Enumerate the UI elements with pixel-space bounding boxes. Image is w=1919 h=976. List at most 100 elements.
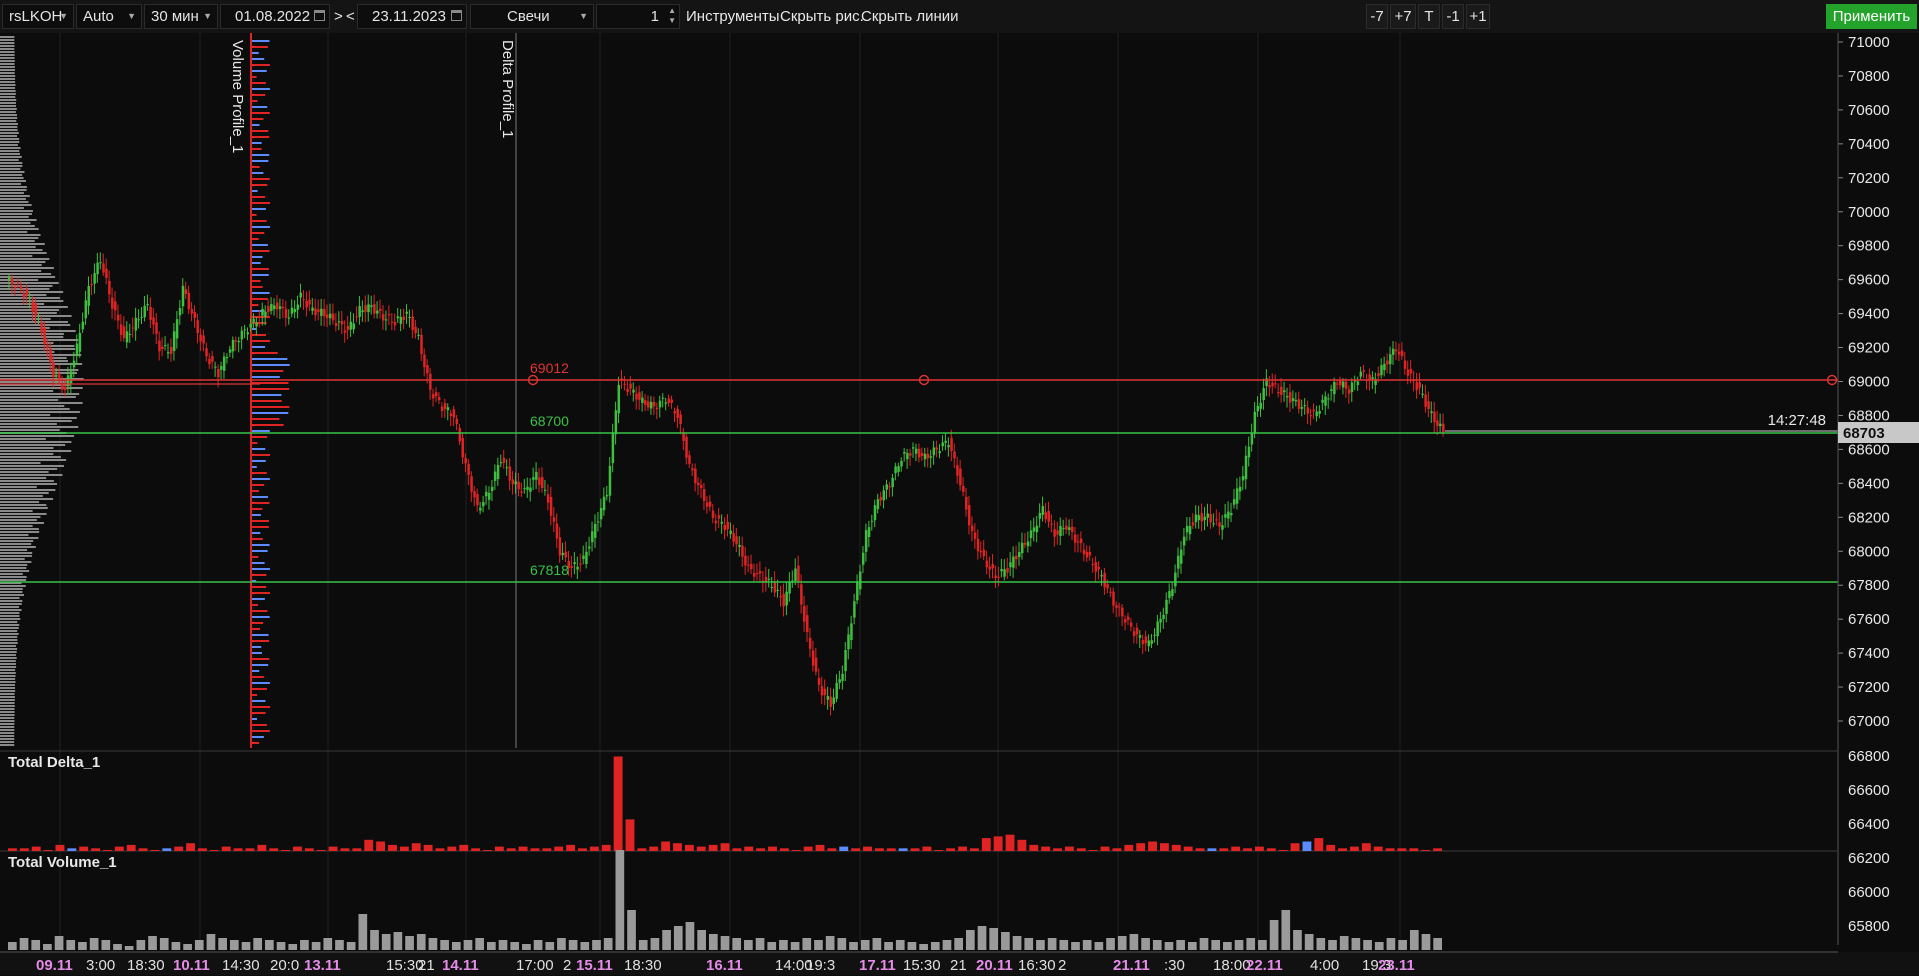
- delta-profile-label[interactable]: Delta Profile_1: [499, 40, 516, 138]
- total-volume-label: Total Volume_1: [8, 854, 117, 871]
- volume-bar: [440, 940, 449, 950]
- candle-body: [22, 293, 26, 298]
- apply-button[interactable]: Применить: [1826, 4, 1917, 29]
- volume-profile-bar: [252, 154, 270, 156]
- candle-body: [31, 301, 35, 312]
- volume-profile-bar: [0, 471, 49, 473]
- candle-body: [1303, 405, 1307, 407]
- chart-type-select[interactable]: Свечи ▼: [470, 4, 594, 29]
- volume-profile-bar: [252, 478, 270, 480]
- candle-body: [502, 457, 506, 463]
- candle-body: [543, 489, 547, 491]
- volume-profile-bar: [0, 54, 15, 56]
- spinner-arrows-icon[interactable]: ▲ ▼: [668, 6, 676, 26]
- volume-profile-bar: [0, 330, 76, 332]
- volume-profile-bar: [0, 570, 30, 572]
- date-to-input[interactable]: 23.11.2023: [357, 4, 467, 29]
- volume-bar: [884, 942, 893, 950]
- delta-bar: [756, 848, 766, 851]
- candle-body: [938, 451, 942, 454]
- candle-body: [1135, 627, 1139, 635]
- date-from-input[interactable]: 01.08.2022: [220, 4, 330, 29]
- volume-profile-bar: [252, 136, 270, 138]
- volume-profile-bar: [0, 735, 15, 737]
- candle-body: [903, 451, 906, 454]
- candle-body: [508, 466, 512, 481]
- candle-body: [1318, 410, 1321, 414]
- plus1-button[interactable]: +1: [1466, 4, 1490, 29]
- candle-body: [128, 333, 132, 335]
- candle-body: [611, 432, 615, 464]
- candle-body: [1165, 599, 1168, 614]
- minus7-button[interactable]: -7: [1366, 4, 1388, 29]
- price-tick-label: 67400: [1848, 645, 1890, 662]
- volume-bar: [744, 940, 753, 950]
- plus7-button[interactable]: +7: [1390, 4, 1416, 29]
- delta-bar: [91, 848, 101, 851]
- candle-body: [240, 330, 244, 340]
- hide-lines-button[interactable]: Скрыть линии: [861, 4, 959, 29]
- time-tick-label: 4:00: [1310, 957, 1339, 974]
- candle-body: [234, 340, 238, 342]
- tools-menu[interactable]: Инструменты: [686, 4, 780, 29]
- volume-profile-label[interactable]: Volume Profile_1: [229, 40, 246, 153]
- candle-body: [220, 366, 223, 370]
- candle-body: [602, 496, 606, 511]
- time-axis[interactable]: 09.11 3:00 18:30 10.11 14:30 20:0 13.11 15:3021…: [0, 951, 1919, 975]
- candle-body: [1315, 411, 1318, 417]
- candle-body: [1085, 551, 1089, 558]
- t-button[interactable]: T: [1418, 4, 1440, 29]
- candle-body: [308, 299, 311, 305]
- candle-body: [370, 305, 373, 307]
- symbol-select[interactable]: rsLKOH ▼: [2, 4, 74, 29]
- volume-profile-bar: [252, 190, 258, 192]
- candle-body: [850, 623, 853, 641]
- delta-bar: [1017, 839, 1027, 851]
- volume-bar: [510, 942, 520, 950]
- candle-body: [1209, 513, 1212, 523]
- volume-profile-bar: [252, 724, 267, 726]
- volume-profile-bar: [252, 124, 260, 126]
- candle-body: [270, 304, 273, 311]
- volume-profile-bar: [0, 201, 29, 203]
- volume-profile-bar: [0, 474, 63, 476]
- scale-mode-select[interactable]: Auto ▼: [76, 4, 142, 29]
- candle-body: [717, 515, 721, 519]
- candle-body: [393, 322, 397, 326]
- candle-body: [326, 314, 329, 319]
- volume-profile-bar: [252, 106, 268, 108]
- count-stepper[interactable]: 1 ▲ ▼: [596, 4, 680, 29]
- candle-body: [1053, 529, 1056, 537]
- candle-body: [1185, 525, 1189, 533]
- candle-body: [1235, 488, 1239, 504]
- volume-profile-bar: [252, 736, 264, 738]
- nav-back-button[interactable]: <: [346, 4, 355, 29]
- timeframe-select[interactable]: 30 мин ▼: [144, 4, 218, 29]
- volume-profile-bar: [0, 48, 15, 50]
- delta-bar: [1290, 843, 1300, 851]
- volume-bar: [1398, 940, 1407, 950]
- volume-profile-bar: [252, 472, 267, 474]
- hide-drawings-button[interactable]: Скрыть рис.: [780, 4, 864, 29]
- minus1-button[interactable]: -1: [1442, 4, 1464, 29]
- candle-body: [1194, 514, 1198, 523]
- delta-bar: [31, 846, 41, 851]
- delta-bar: [661, 841, 671, 851]
- delta-bar: [1195, 848, 1205, 851]
- delta-bar: [981, 838, 991, 851]
- volume-bar: [229, 940, 239, 950]
- candle-body: [411, 316, 414, 331]
- volume-profile-bar: [0, 549, 28, 551]
- volume-profile-bar: [0, 354, 82, 356]
- candle-body: [1191, 522, 1195, 526]
- volume-profile-bar: [0, 711, 15, 713]
- delta-bar: [411, 843, 421, 851]
- candle-body: [1091, 563, 1095, 565]
- volume-profile-bar: [0, 552, 33, 554]
- nav-forward-button[interactable]: >: [334, 4, 343, 29]
- candle-body: [859, 571, 862, 590]
- volume-profile-bar: [252, 436, 268, 438]
- chart-area[interactable]: Volume Profile_1 Delta Profile_1 69012 68…: [0, 33, 1919, 975]
- volume-profile-bar: [252, 70, 267, 72]
- volume-profile-bar: [0, 372, 78, 374]
